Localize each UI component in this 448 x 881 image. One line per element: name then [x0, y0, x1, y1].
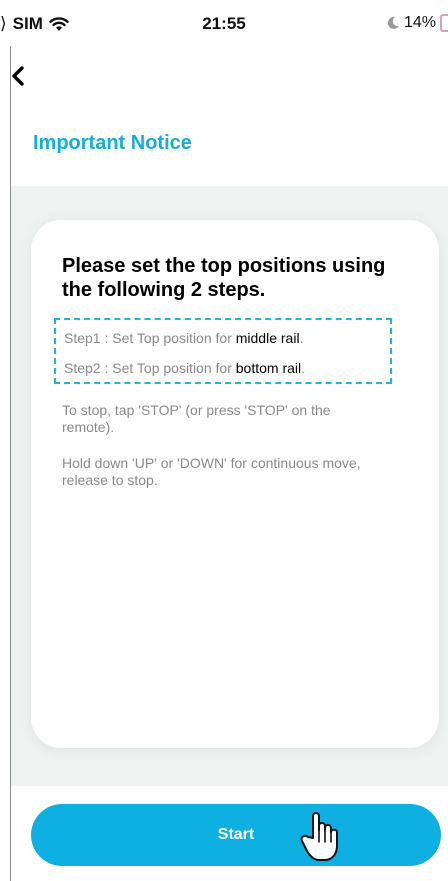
status-right: 14% [386, 14, 448, 32]
chevron-left-icon [12, 66, 24, 86]
content-area: Please set the top positions using the f… [11, 186, 448, 786]
step-1-prefix: Step1 : Set Top position for [64, 330, 236, 346]
stop-instruction: To stop, tap 'STOP' (or press 'STOP' on … [62, 402, 331, 435]
footer: Start [11, 786, 448, 881]
step-2-suffix: . [301, 360, 305, 376]
back-button[interactable] [11, 58, 47, 94]
hand-pointer-icon [300, 812, 338, 861]
notice-card: Please set the top positions using the f… [31, 220, 439, 748]
hold-instruction: Hold down 'UP' or 'DOWN' for continuous … [62, 455, 361, 488]
battery-percentage: 14% [403, 14, 436, 31]
step-2-highlight: bottom rail [235, 360, 302, 376]
start-button[interactable]: Start [31, 804, 441, 866]
step-1-highlight: middle rail [235, 330, 300, 346]
step-1-suffix: . [299, 330, 304, 346]
status-bar: ⟩ SIM 21:55 14% [0, 0, 448, 46]
step-1: Step1 : Set Top position for middle rail… [64, 330, 303, 346]
card-heading: Please set the top positions using the f… [62, 255, 386, 301]
step-2-prefix: Step2 : Set Top position for [64, 360, 236, 376]
status-time: 21:55 [202, 14, 246, 33]
steps-box: Step1 : Set Top position for middle rail… [54, 318, 392, 384]
page-title: Important Notice [33, 132, 192, 154]
header: Important Notice [11, 46, 448, 186]
step-2: Step2 : Set Top position for bottom rail… [64, 360, 305, 376]
battery-icon [440, 14, 448, 32]
moon-icon [387, 16, 399, 29]
